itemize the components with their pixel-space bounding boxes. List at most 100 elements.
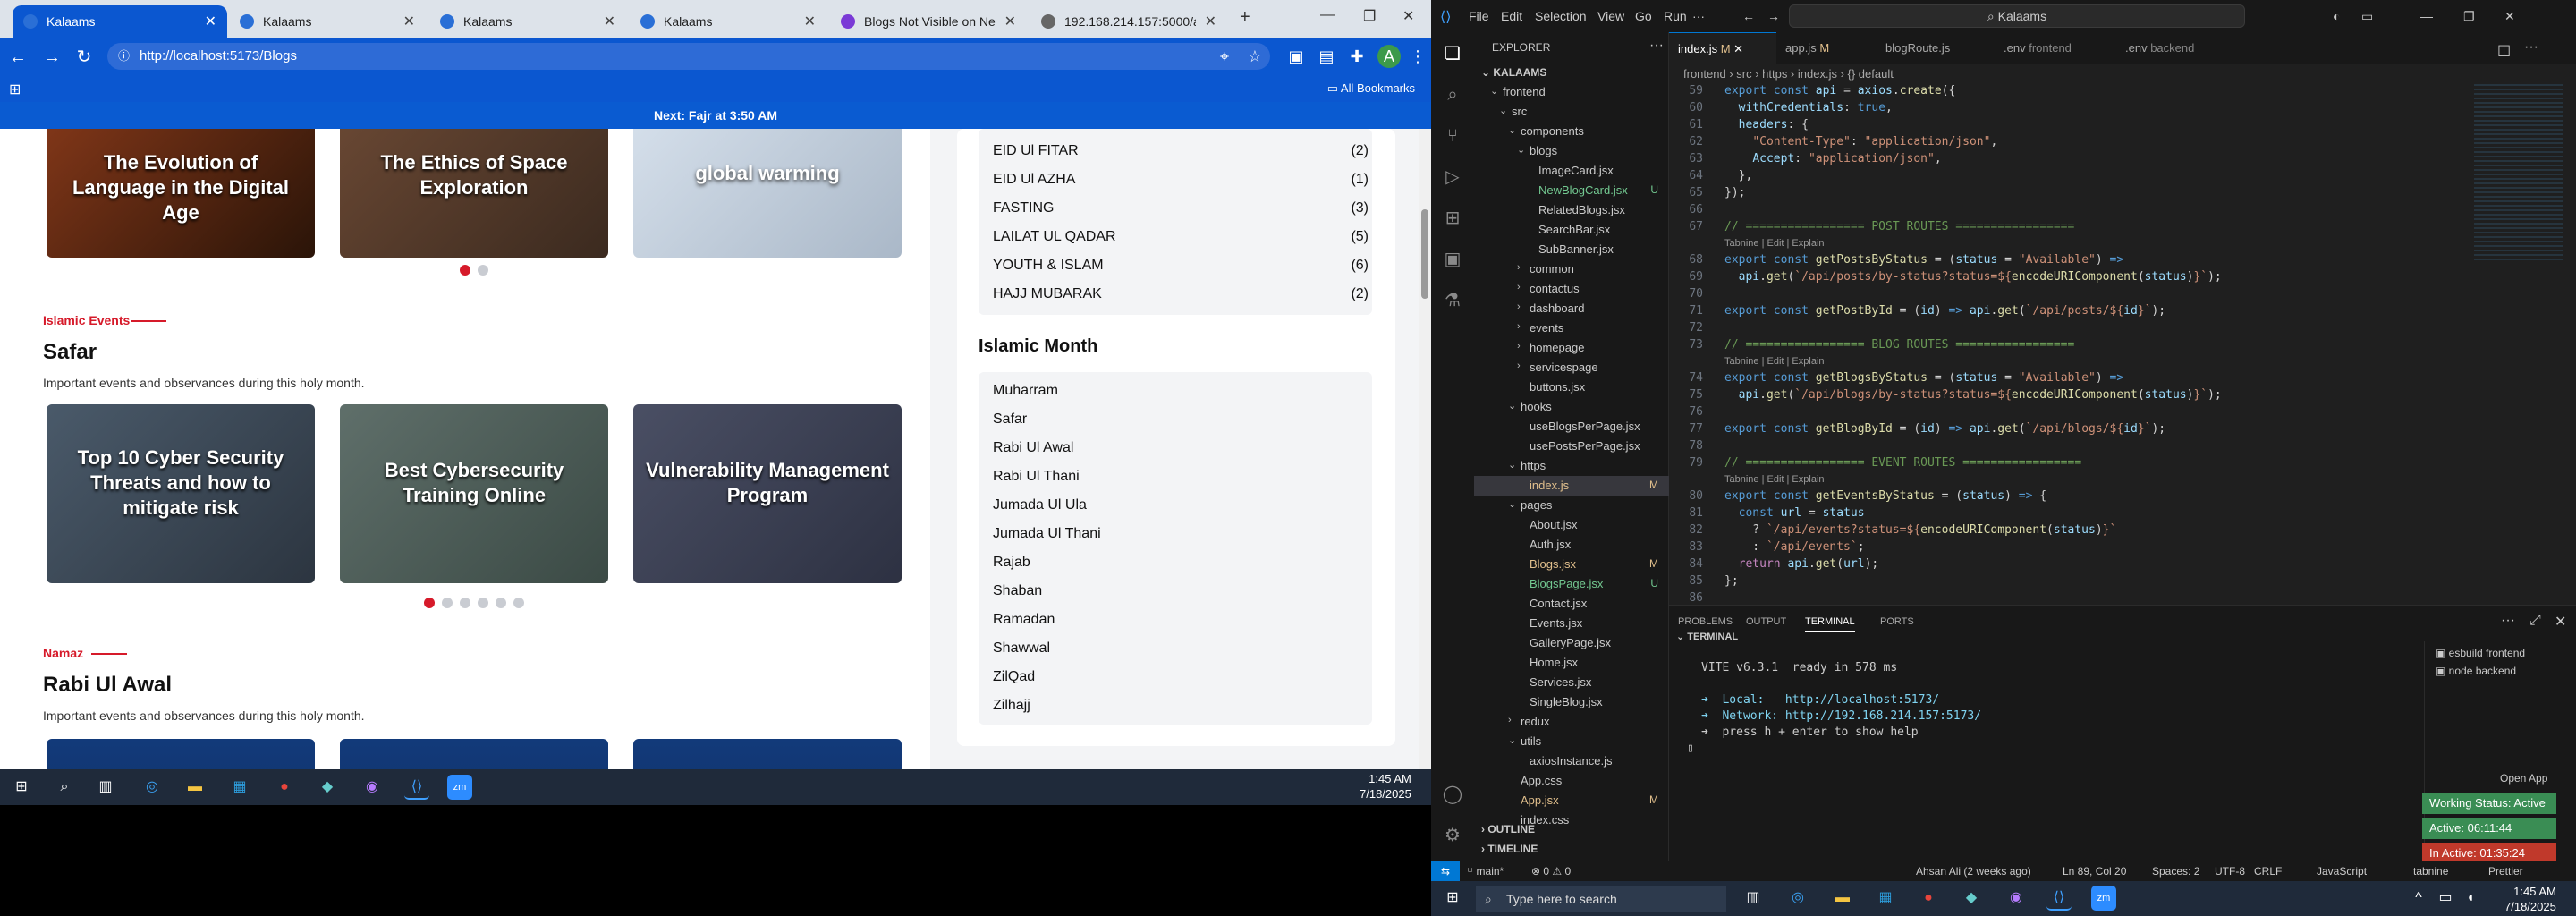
forward-arrow-icon[interactable]: → [39, 45, 64, 70]
folder-item[interactable]: › servicespage [1474, 358, 1669, 377]
extension-icon[interactable]: ▣ [1284, 45, 1308, 68]
folder-item[interactable]: › contactus [1474, 279, 1669, 299]
folder-item[interactable]: ⌄ utils [1474, 732, 1669, 751]
windows-start-icon[interactable]: ⊞ [1440, 886, 1465, 911]
problems-count[interactable]: ⊗ 0 ⚠ 0 [1531, 861, 1571, 881]
minimize-button[interactable]: — [2420, 9, 2433, 23]
month-item[interactable]: Jumada Ul Thani [993, 526, 1368, 542]
source-control-icon[interactable]: ⑂ [1440, 123, 1465, 148]
more-actions-icon[interactable]: ··· [1649, 38, 1664, 54]
chrome-icon[interactable]: ● [272, 775, 297, 800]
folder-item[interactable]: › events [1474, 318, 1669, 338]
file-explorer-icon[interactable]: ▬ [182, 775, 208, 800]
more-actions-icon[interactable]: ··· [2501, 613, 2515, 629]
carousel-dot[interactable] [460, 265, 470, 276]
explorer-files-icon[interactable]: ❏ [1440, 41, 1465, 66]
close-tab-icon[interactable]: ✕ [205, 13, 216, 30]
month-item[interactable]: Rajab [993, 555, 1368, 571]
blog-card[interactable]: The Ethics of Space Exploration [340, 129, 608, 258]
bookmark-star-icon[interactable]: ☆ [1243, 45, 1267, 68]
browser-tab-3[interactable]: Kalaams ✕ [429, 5, 626, 38]
close-tab-icon[interactable]: ✕ [1205, 13, 1216, 30]
profile-avatar[interactable]: A [1377, 45, 1401, 68]
file-item[interactable]: Services.jsx [1474, 673, 1669, 692]
puzzle-icon[interactable]: ✚ [1345, 45, 1368, 68]
chrome-icon[interactable]: ● [1916, 886, 1941, 911]
blog-card[interactable]: Vulnerability Management Program [633, 404, 902, 583]
copilot-icon[interactable]: ◐ [2333, 9, 2340, 23]
blog-card[interactable]: The Evolution of Language in the Digital… [47, 129, 315, 258]
nav-forward-icon[interactable]: → [1767, 9, 1780, 23]
folder-item[interactable]: ⌄ hooks [1474, 397, 1669, 417]
carousel-dot[interactable] [478, 265, 488, 276]
menu-file[interactable]: File [1469, 9, 1489, 23]
file-item[interactable]: Events.jsx [1474, 614, 1669, 633]
carousel-dot[interactable] [513, 598, 524, 608]
close-icon[interactable]: ✕ [1733, 42, 1743, 55]
terminal-instance[interactable]: ▣ esbuild frontend [2436, 647, 2525, 659]
menu-kebab-icon[interactable]: ⋮ [1406, 45, 1429, 68]
edge-icon[interactable]: ◎ [140, 775, 165, 800]
breadcrumb[interactable]: frontend › src › https › index.js › {} d… [1669, 64, 2576, 84]
browser-tab-2[interactable]: Kalaams ✕ [229, 5, 426, 38]
category-item[interactable]: FASTING (3) [993, 200, 1368, 216]
vscode-icon[interactable]: ⟨⟩ [404, 775, 429, 800]
menu-more-icon[interactable]: ··· [1692, 9, 1705, 23]
search-icon[interactable]: ⌕ [52, 775, 77, 800]
task-view-icon[interactable]: ▥ [1741, 886, 1766, 911]
blog-card[interactable]: Top 10 Cyber Security Threats and how to… [47, 404, 315, 583]
task-view-icon[interactable]: ▥ [93, 775, 118, 800]
nav-back-icon[interactable]: ← [1742, 9, 1755, 23]
month-item[interactable]: Shawwal [993, 640, 1368, 657]
language-mode[interactable]: JavaScript [2317, 861, 2367, 881]
vscode-icon[interactable]: ⟨⟩ [2046, 886, 2072, 911]
file-item[interactable]: Home.jsx [1474, 653, 1669, 673]
file-item[interactable]: Contact.jsx [1474, 594, 1669, 614]
volume-icon[interactable]: ◖ [2458, 886, 2483, 911]
file-item[interactable]: usePostsPerPage.jsx [1474, 437, 1669, 456]
editor-tab[interactable]: blogRoute.js [1877, 32, 1984, 64]
menu-view[interactable]: View [1597, 9, 1624, 23]
carousel-dot[interactable] [478, 598, 488, 608]
terminal-instance[interactable]: ▣ node backend [2436, 665, 2516, 677]
blog-card[interactable]: Best Cybersecurity Training Online [340, 404, 608, 583]
carousel-dot[interactable] [442, 598, 453, 608]
git-blame[interactable]: Ahsan Ali (2 weeks ago) [1916, 861, 2031, 881]
more-actions-icon[interactable]: ··· [2524, 39, 2538, 55]
menu-run[interactable]: Run [1664, 9, 1687, 23]
month-item[interactable]: Muharram [993, 383, 1368, 399]
all-bookmarks-link[interactable]: ▭ All Bookmarks [1327, 81, 1415, 96]
category-item[interactable]: LAILAT UL QADAR (5) [993, 229, 1368, 245]
code-editor[interactable]: 59 export const api = axios.create({ 60 w… [1669, 84, 2576, 605]
timeline-section[interactable]: › TIMELINE [1481, 843, 1538, 855]
blog-card[interactable] [633, 739, 902, 769]
split-editor-icon[interactable]: ◫ [2497, 41, 2511, 59]
folder-item[interactable]: › homepage [1474, 338, 1669, 358]
menu-go[interactable]: Go [1635, 9, 1652, 23]
close-tab-icon[interactable]: ✕ [604, 13, 615, 30]
month-item[interactable]: Rabi Ul Awal [993, 440, 1368, 456]
close-tab-icon[interactable]: ✕ [1004, 13, 1016, 30]
month-item[interactable]: Safar [993, 411, 1368, 428]
github-icon[interactable]: ◉ [2004, 886, 2029, 911]
editor-tab[interactable]: app.js M [1776, 32, 1871, 64]
category-item[interactable]: EID Ul FITAR (2) [993, 143, 1368, 159]
maximize-panel-icon[interactable]: ⤢ [2529, 613, 2541, 629]
github-icon[interactable]: ◉ [360, 775, 385, 800]
page-scrollbar[interactable] [1419, 129, 1431, 769]
cursor-position[interactable]: Ln 89, Col 20 [2063, 861, 2126, 881]
windows-start-icon[interactable]: ⊞ [9, 775, 34, 800]
close-window-button[interactable]: ✕ [1402, 7, 1414, 25]
encoding[interactable]: UTF-8 [2215, 861, 2245, 881]
tray-chevron-icon[interactable]: ^ [2406, 886, 2431, 911]
file-item[interactable]: About.jsx [1474, 515, 1669, 535]
file-item[interactable]: SearchBar.jsx [1474, 220, 1669, 240]
carousel-dot[interactable] [460, 598, 470, 608]
month-item[interactable]: Jumada Ul Ula [993, 497, 1368, 513]
month-item[interactable]: Ramadan [993, 612, 1368, 628]
editor-tab[interactable]: index.js M ✕ [1669, 32, 1776, 64]
blog-card[interactable] [340, 739, 608, 769]
search-icon[interactable]: ⌕ [1440, 82, 1465, 107]
month-item[interactable]: Shaban [993, 583, 1368, 599]
indentation[interactable]: Spaces: 2 [2152, 861, 2199, 881]
